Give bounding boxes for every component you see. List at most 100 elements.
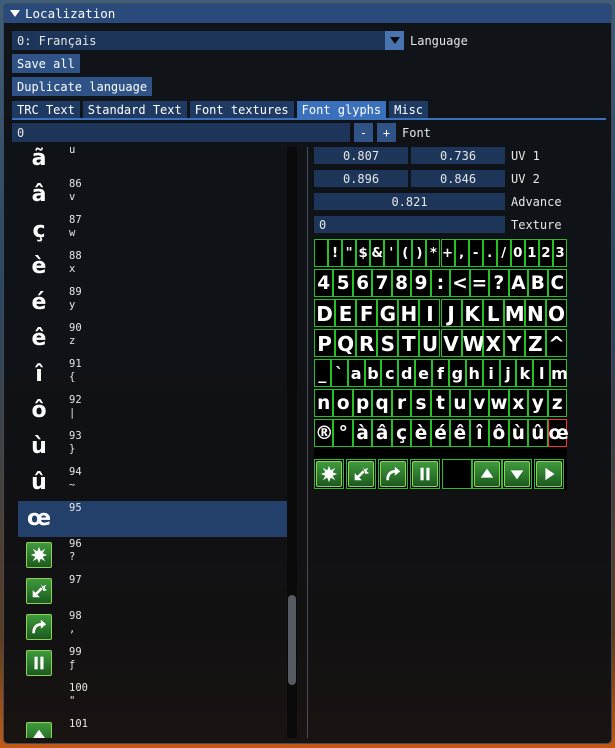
glyph-cell[interactable]: ç	[391, 419, 412, 447]
list-item[interactable]: ô 92 |	[18, 393, 288, 429]
list-item[interactable]: ê 90 z	[18, 321, 288, 357]
glyph-cell[interactable]: (	[398, 239, 413, 267]
glyph-cell[interactable]: Y	[503, 329, 525, 357]
scrollbar-thumb[interactable]	[288, 595, 296, 685]
glyph-cell[interactable]: 0	[510, 239, 525, 267]
glyph-cell[interactable]: t	[430, 389, 451, 417]
glyph-cell[interactable]: "	[342, 239, 357, 267]
tab-trc-text[interactable]: TRC Text	[12, 101, 80, 118]
glyph-cell[interactable]: P	[314, 329, 336, 357]
glyph-cell[interactable]: $	[356, 239, 371, 267]
list-item[interactable]: î 91{	[18, 357, 288, 393]
glyph-cell[interactable]: ?	[489, 269, 509, 297]
glyph-cell[interactable]: '	[384, 239, 399, 267]
up-arrow-icon[interactable]	[472, 459, 502, 489]
glyph-cell[interactable]: n	[314, 389, 334, 417]
down-arrow-icon[interactable]	[502, 459, 532, 489]
glyph-list[interactable]: ã u â 86 v ç 87 w è 88 x é 89 y ê 90 z î 91{ô 92 | ù 93} û 94 ~ œ 9…	[18, 147, 302, 738]
glyph-cell[interactable]: 8	[391, 269, 412, 297]
glyph-cell[interactable]: p	[352, 389, 373, 417]
glyph-cell[interactable]: û	[528, 419, 548, 447]
glyph-cell[interactable]: ®	[314, 419, 333, 447]
glyph-cell[interactable]: 5	[333, 269, 353, 297]
glyph-cell[interactable]: Z	[524, 329, 546, 357]
glyph-cell[interactable]: A	[508, 269, 529, 297]
list-item[interactable]: 96?	[18, 537, 288, 573]
glyph-cell[interactable]: =	[469, 269, 490, 297]
glyph-cell[interactable]: e	[415, 359, 433, 387]
glyph-cell[interactable]: R	[356, 329, 378, 357]
glyph-list-scrollbar[interactable]	[287, 147, 297, 738]
glyph-cell[interactable]: :	[430, 269, 451, 297]
list-item[interactable]: û 94 ~	[18, 465, 288, 501]
list-item[interactable]: 100 "	[18, 681, 288, 717]
panel-divider[interactable]	[307, 147, 308, 738]
glyph-cell[interactable]: f	[432, 359, 449, 387]
glyph-cell[interactable]: z	[547, 389, 567, 417]
glyph-cell[interactable]: ,	[454, 239, 469, 267]
list-item[interactable]: â 86 v	[18, 177, 288, 213]
list-item[interactable]: 101…	[18, 717, 288, 738]
glyph-cell[interactable]: I	[419, 299, 441, 327]
glyph-cell[interactable]: d	[398, 359, 416, 387]
glyph-cell[interactable]: T	[398, 329, 420, 357]
glyph-cell[interactable]: E	[335, 299, 357, 327]
curve-arrow-icon[interactable]	[378, 459, 408, 489]
glyph-cell[interactable]: c	[381, 359, 399, 387]
glyph-cell[interactable]: ^	[545, 329, 567, 357]
glyph-cell[interactable]: u	[450, 389, 470, 417]
glyph-cell[interactable]: m	[550, 359, 568, 387]
glyph-cell[interactable]: U	[419, 329, 441, 357]
glyph-cell[interactable]: *	[426, 239, 441, 267]
list-item[interactable]: 97	[18, 573, 288, 609]
glyph-cell[interactable]	[314, 239, 329, 267]
glyph-cell[interactable]: g	[448, 359, 466, 387]
glyph-cell[interactable]: L	[482, 299, 504, 327]
glyph-cell[interactable]: &	[370, 239, 385, 267]
glyph-cell[interactable]: S	[377, 329, 399, 357]
glyph-cell[interactable]: q	[372, 389, 392, 417]
collapse-arrow-icon[interactable]	[10, 10, 20, 17]
pause-icon[interactable]	[410, 459, 440, 489]
glyph-cell[interactable]: o	[333, 389, 353, 417]
glyph-cell[interactable]: W	[461, 329, 485, 357]
uv1-u-field[interactable]: 0.807	[314, 147, 408, 164]
list-item[interactable]: é 89 y	[18, 285, 288, 321]
uv2-v-field[interactable]: 0.846	[411, 170, 505, 187]
list-item[interactable]: 98,	[18, 609, 288, 645]
glyph-cell[interactable]: N	[524, 299, 546, 327]
glyph-cell[interactable]: )	[412, 239, 427, 267]
duplicate-language-button[interactable]: Duplicate language	[12, 77, 153, 96]
glyph-cell[interactable]: œ	[547, 419, 569, 447]
glyph-cell[interactable]: s	[411, 389, 431, 417]
glyph-cell[interactable]: w	[489, 389, 509, 417]
glyph-cell[interactable]: V	[440, 329, 462, 357]
glyph-cell[interactable]: .	[482, 239, 497, 267]
glyph-cell[interactable]: à	[352, 419, 373, 447]
glyph-cell[interactable]: i	[482, 359, 500, 387]
right-arrow-icon[interactable]	[534, 459, 564, 489]
glyph-cell[interactable]: Q	[335, 329, 357, 357]
glyph-cell[interactable]: 4	[314, 269, 334, 297]
glyph-cell[interactable]: ê	[450, 419, 470, 447]
glyph-cell[interactable]: v	[469, 389, 490, 417]
empty-glyph-cell[interactable]	[442, 459, 472, 489]
font-decrement-button[interactable]: -	[354, 123, 373, 142]
glyph-cell[interactable]: /	[496, 239, 511, 267]
list-item[interactable]: ãu	[18, 147, 288, 177]
glyph-cell[interactable]: !	[328, 239, 343, 267]
list-item[interactable]: è 88 x	[18, 249, 288, 285]
advance-field[interactable]: 0.821	[314, 193, 505, 210]
tab-font-glyphs[interactable]: Font glyphs	[296, 101, 387, 118]
uv2-u-field[interactable]: 0.896	[314, 170, 408, 187]
list-item[interactable]: ç 87 w	[18, 213, 288, 249]
tab-font-textures[interactable]: Font textures	[189, 101, 294, 118]
glyph-cell[interactable]: 6	[352, 269, 373, 297]
glyph-cell[interactable]: 2	[538, 239, 553, 267]
glyph-cell[interactable]: D	[314, 299, 336, 327]
glyph-cell[interactable]: 1	[524, 239, 539, 267]
glyph-cell[interactable]: +	[440, 239, 455, 267]
language-dropdown-button[interactable]	[385, 31, 404, 50]
font-increment-button[interactable]: +	[377, 123, 396, 142]
list-item[interactable]: ù 93}	[18, 429, 288, 465]
